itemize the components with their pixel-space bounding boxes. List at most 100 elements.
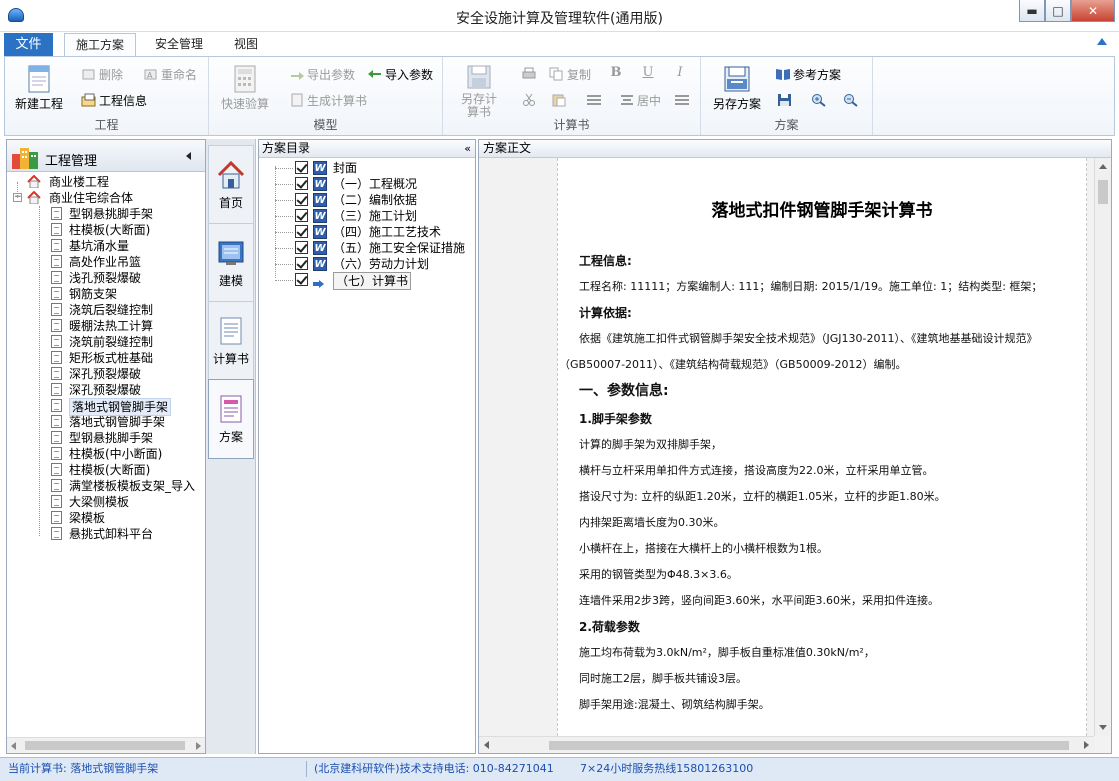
catalog-item[interactable]: W （二）编制依据 bbox=[259, 192, 473, 208]
tree-calc-item[interactable]: 矩形板式桩基础 bbox=[7, 350, 205, 366]
export-params-label: 导出参数 bbox=[307, 67, 356, 82]
catalog-checkbox[interactable] bbox=[295, 193, 308, 206]
tree-calc-item[interactable]: 高处作业吊篮 bbox=[7, 254, 205, 270]
align-right-icon[interactable] bbox=[675, 95, 689, 105]
underline-button[interactable]: U bbox=[639, 65, 657, 83]
ribbon-collapse-icon[interactable] bbox=[1097, 38, 1107, 45]
catalog-checkbox[interactable] bbox=[295, 257, 308, 270]
tree-calc-item[interactable]: 型钢悬挑脚手架 bbox=[7, 206, 205, 222]
tree-calc-item[interactable]: 浇筑后裂缝控制 bbox=[7, 302, 205, 318]
tree-project-node[interactable]: 商业楼工程 bbox=[7, 174, 205, 190]
collapse-catalog-icon[interactable]: « bbox=[464, 140, 471, 157]
italic-button[interactable]: I bbox=[671, 65, 689, 83]
catalog-checkbox[interactable] bbox=[295, 273, 308, 286]
catalog-item[interactable]: W （一）工程概况 bbox=[259, 176, 473, 192]
catalog-item[interactable]: W （六）劳动力计划 bbox=[259, 256, 473, 272]
horizontal-scroll-thumb[interactable] bbox=[549, 741, 1069, 750]
tree-project-node[interactable]: − 商业住宅综合体 bbox=[7, 190, 205, 206]
maximize-button[interactable]: □ bbox=[1045, 0, 1071, 22]
tree-calc-item[interactable]: 型钢悬挑脚手架 bbox=[7, 430, 205, 446]
tree-calc-item[interactable]: 深孔预裂爆破 bbox=[7, 382, 205, 398]
generate-calc-button[interactable]: 生成计算书 bbox=[289, 91, 367, 109]
tree-calc-item[interactable]: 柱模板(大断面) bbox=[7, 222, 205, 238]
tree-calc-item[interactable]: 基坑涌水量 bbox=[7, 238, 205, 254]
scroll-left-icon[interactable] bbox=[11, 742, 16, 750]
catalog-item[interactable]: （七）计算书 bbox=[259, 272, 473, 290]
new-project-button[interactable]: 新建工程 bbox=[11, 63, 67, 112]
project-info-button[interactable]: 工程信息 bbox=[81, 91, 147, 109]
bold-button[interactable]: B bbox=[607, 65, 625, 83]
scroll-down-icon[interactable] bbox=[1099, 725, 1107, 730]
save-button[interactable] bbox=[777, 91, 795, 109]
reference-plan-button[interactable]: 参考方案 bbox=[775, 65, 841, 83]
document-horizontal-scrollbar[interactable] bbox=[479, 736, 1094, 753]
scroll-right-icon[interactable] bbox=[196, 742, 201, 750]
calc-doc-icon bbox=[51, 415, 62, 428]
document-page[interactable]: 落地式扣件钢管脚手架计算书 工程信息: 工程名称: 11111；方案编制人: 11… bbox=[557, 158, 1087, 736]
tree-calc-label: 钢筋支架 bbox=[69, 287, 118, 301]
center-button[interactable]: 居中 bbox=[619, 91, 661, 109]
align-left-icon[interactable] bbox=[587, 95, 601, 105]
catalog-item[interactable]: W （四）施工工艺技术 bbox=[259, 224, 473, 240]
nav-home-button[interactable]: 首页 bbox=[208, 145, 254, 225]
minimize-button[interactable]: ▬ bbox=[1019, 0, 1045, 22]
scroll-thumb[interactable] bbox=[25, 741, 185, 750]
rename-button[interactable]: A 重命名 bbox=[143, 65, 197, 83]
tree-calc-item[interactable]: 浇筑前裂缝控制 bbox=[7, 334, 205, 350]
tree-calc-item[interactable]: 浅孔预裂爆破 bbox=[7, 270, 205, 286]
paste-button[interactable] bbox=[551, 91, 569, 109]
tab-view[interactable]: 视图 bbox=[222, 33, 270, 56]
nav-plan-button[interactable]: 方案 bbox=[208, 379, 254, 459]
catalog-checkbox[interactable] bbox=[295, 209, 308, 222]
copy-button[interactable]: 复制 bbox=[549, 65, 591, 83]
tree-calc-item[interactable]: 落地式钢管脚手架 bbox=[7, 414, 205, 430]
left-horizontal-scrollbar[interactable] bbox=[7, 737, 205, 753]
tree-calc-item[interactable]: 满堂楼板模板支架_导入 bbox=[7, 478, 205, 494]
tree-calc-item[interactable]: 梁模板 bbox=[7, 510, 205, 526]
document-paragraph: 搭设尺寸为: 立杆的纵距1.20米，立杆的横距1.05米，立杆的步距1.80米。 bbox=[579, 490, 946, 503]
tree-calc-item[interactable]: 落地式钢管脚手架 bbox=[7, 398, 205, 416]
close-button[interactable]: ✕ bbox=[1071, 0, 1115, 22]
import-params-button[interactable]: 导入参数 bbox=[367, 65, 433, 83]
tree-calc-item[interactable]: 钢筋支架 bbox=[7, 286, 205, 302]
save-calc-as-button[interactable]: 另存计算书 bbox=[449, 61, 509, 119]
export-params-button[interactable]: 导出参数 bbox=[289, 65, 355, 83]
catalog-checkbox[interactable] bbox=[295, 225, 308, 238]
catalog-connector bbox=[275, 280, 293, 281]
tab-safety-management[interactable]: 安全管理 bbox=[142, 33, 216, 56]
catalog-checkbox[interactable] bbox=[295, 177, 308, 190]
catalog-connector bbox=[275, 200, 293, 201]
cut-button[interactable] bbox=[521, 91, 539, 109]
tree-calc-item[interactable]: 暖棚法热工计算 bbox=[7, 318, 205, 334]
zoom-out-button[interactable] bbox=[843, 91, 861, 109]
document-heading: 计算依据: bbox=[579, 306, 632, 320]
nav-model-button[interactable]: 建模 bbox=[208, 223, 254, 303]
scroll-up-icon[interactable] bbox=[1099, 164, 1107, 169]
hscroll-right-icon[interactable] bbox=[1084, 741, 1089, 749]
calc-doc-icon bbox=[51, 287, 62, 300]
tree-calc-item[interactable]: 柱模板(中小断面) bbox=[7, 446, 205, 462]
tree-calc-item[interactable]: 大梁侧模板 bbox=[7, 494, 205, 510]
zoom-in-button[interactable] bbox=[811, 91, 829, 109]
hscroll-left-icon[interactable] bbox=[484, 741, 489, 749]
document-vertical-scrollbar[interactable] bbox=[1094, 158, 1111, 736]
catalog-item[interactable]: W （三）施工计划 bbox=[259, 208, 473, 224]
quick-check-button[interactable]: 快速验算 bbox=[215, 63, 275, 112]
catalog-item[interactable]: W 封面 bbox=[259, 160, 473, 176]
collapse-left-icon[interactable] bbox=[186, 152, 191, 160]
tree-calc-item[interactable]: 深孔预裂爆破 bbox=[7, 366, 205, 382]
catalog-item[interactable]: W （五）施工安全保证措施 bbox=[259, 240, 473, 256]
delete-button[interactable]: 删除 bbox=[81, 65, 123, 83]
tree-calc-item[interactable]: 悬挑式卸料平台 bbox=[7, 526, 205, 542]
file-menu-button[interactable]: 文件 bbox=[4, 33, 53, 56]
catalog-checkbox[interactable] bbox=[295, 161, 308, 174]
catalog-item-label: （六）劳动力计划 bbox=[333, 257, 430, 271]
catalog-checkbox[interactable] bbox=[295, 241, 308, 254]
print-button[interactable] bbox=[521, 65, 539, 83]
tree-calc-item[interactable]: 柱模板(大断面) bbox=[7, 462, 205, 478]
tab-construction-plan[interactable]: 施工方案 bbox=[64, 33, 136, 56]
save-plan-as-button[interactable]: 另存方案 bbox=[707, 63, 767, 112]
module-nav-strip: 首页 建模 计算书 方案 bbox=[206, 139, 256, 754]
vertical-scroll-thumb[interactable] bbox=[1098, 180, 1108, 204]
nav-calc-button[interactable]: 计算书 bbox=[208, 301, 254, 381]
